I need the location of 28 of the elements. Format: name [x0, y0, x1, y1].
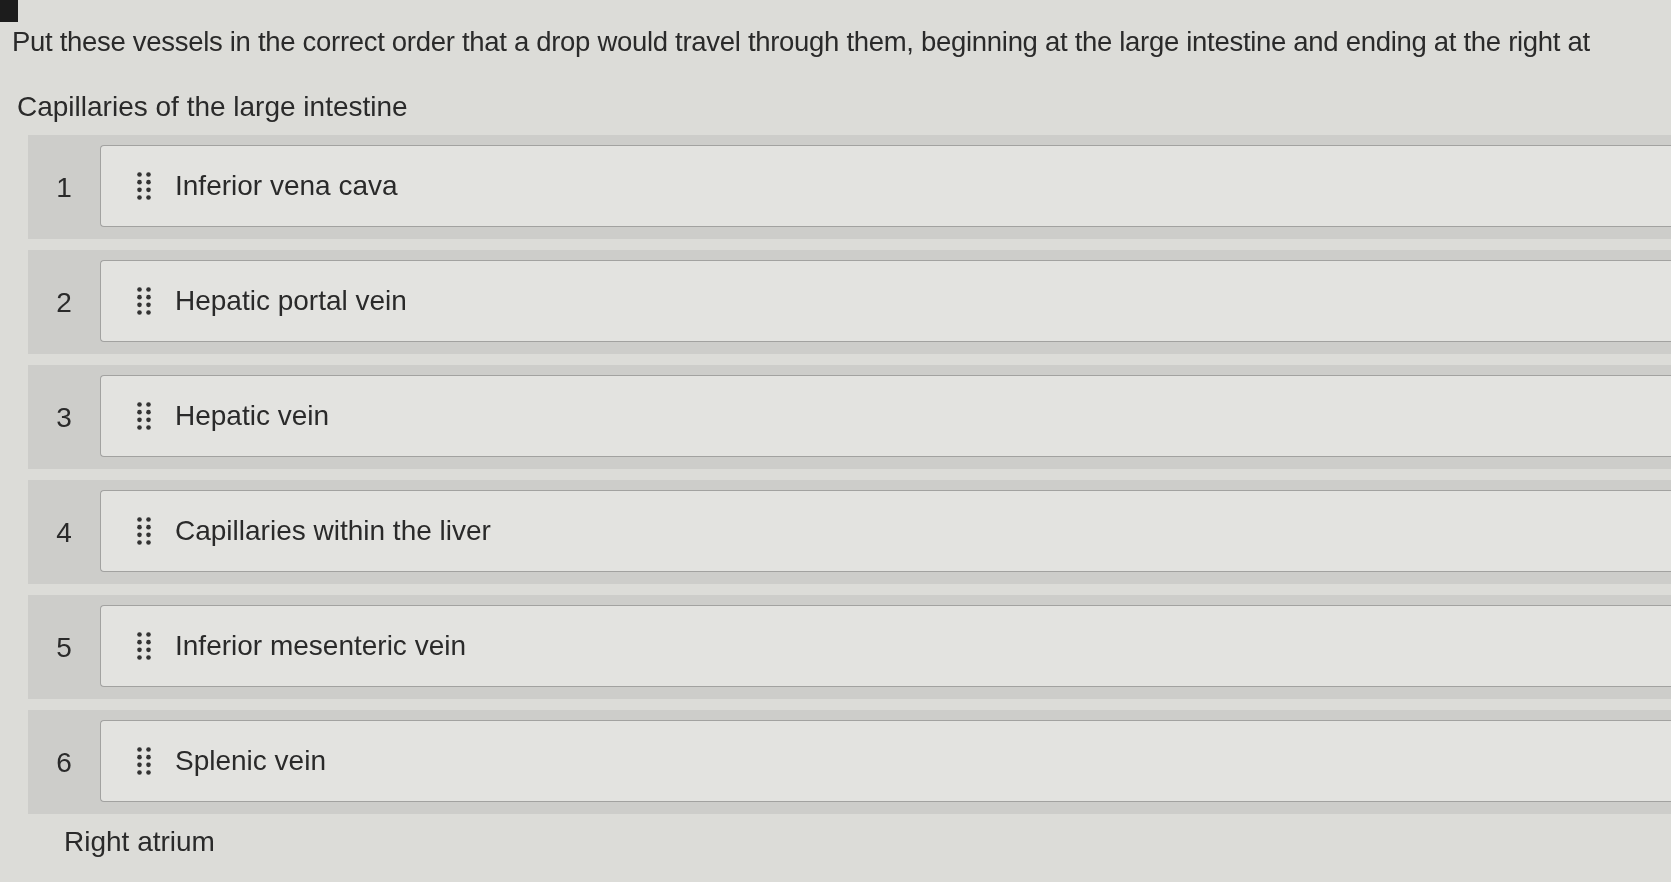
drag-handle-icon[interactable]	[137, 402, 151, 430]
item-label: Inferior mesenteric vein	[175, 629, 466, 663]
draggable-item[interactable]: Hepatic vein	[100, 375, 1671, 457]
drag-handle-icon[interactable]	[137, 517, 151, 545]
position-number: 5	[55, 632, 73, 664]
question-prompt: Put these vessels in the correct order that a drop would travel through them, beginning at the large intestine and ending at the right at	[11, 26, 1590, 58]
drag-handle-icon[interactable]	[137, 172, 151, 200]
item-label: Hepatic portal vein	[175, 284, 407, 318]
edge-block	[0, 0, 18, 22]
item-label: Capillaries within the liver	[175, 514, 491, 548]
end-label: Right atrium	[63, 826, 216, 858]
draggable-item[interactable]: Inferior mesenteric vein	[100, 605, 1671, 687]
position-number: 1	[55, 172, 73, 204]
drag-handle-icon[interactable]	[137, 287, 151, 315]
position-number: 6	[55, 747, 73, 779]
drag-handle-icon[interactable]	[137, 747, 151, 775]
draggable-item[interactable]: Splenic vein	[100, 720, 1671, 802]
item-label: Inferior vena cava	[175, 169, 398, 203]
draggable-item[interactable]: Capillaries within the liver	[100, 490, 1671, 572]
item-label: Hepatic vein	[175, 399, 330, 433]
item-label: Splenic vein	[175, 744, 326, 778]
position-number: 3	[55, 402, 73, 434]
draggable-item[interactable]: Inferior vena cava	[100, 145, 1671, 227]
start-label: Capillaries of the large intestine	[16, 91, 409, 123]
position-number: 2	[55, 287, 73, 319]
position-number: 4	[55, 517, 73, 549]
draggable-item[interactable]: Hepatic portal vein	[100, 260, 1671, 342]
drag-handle-icon[interactable]	[137, 632, 151, 660]
